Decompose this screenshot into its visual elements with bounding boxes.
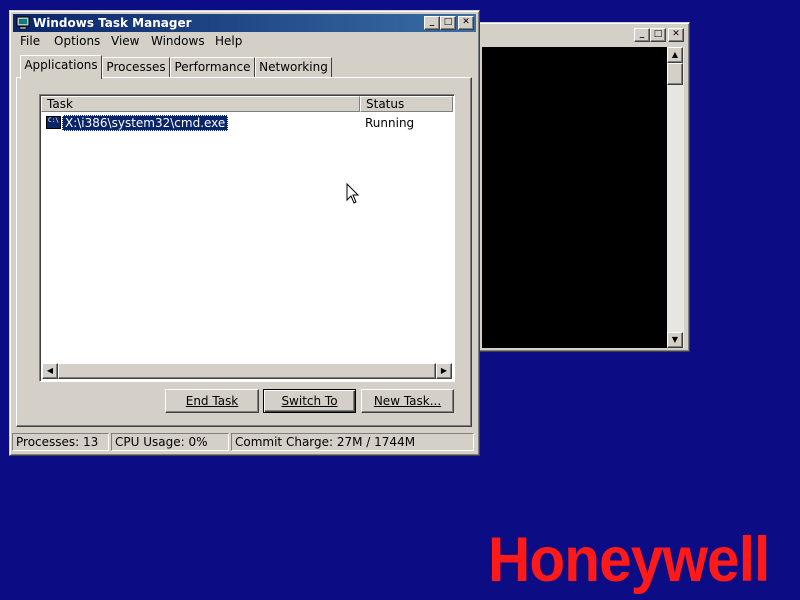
status-commit-charge: Commit Charge: 27M / 1744M: [231, 433, 474, 451]
honeywell-logo: Honeywell: [488, 525, 770, 595]
cmd-window-titlebar[interactable]: _ □ ✕: [480, 26, 686, 44]
scroll-left-icon[interactable]: ◀: [42, 363, 58, 379]
cmd-console-area[interactable]: [482, 47, 667, 348]
minimize-icon[interactable]: _: [634, 28, 650, 42]
minimize-icon[interactable]: _: [424, 16, 440, 30]
table-row[interactable]: C:\ X:\i386\system32\cmd.exe Running: [42, 115, 452, 131]
menu-file[interactable]: File: [20, 32, 40, 50]
scroll-thumb[interactable]: [667, 63, 683, 85]
menu-bar: File Options View Windows Help: [13, 32, 476, 50]
close-icon[interactable]: ✕: [458, 16, 474, 30]
status-cpu-usage: CPU Usage: 0%: [111, 433, 229, 451]
column-header-task[interactable]: Task: [41, 96, 360, 112]
horizontal-scrollbar[interactable]: ◀ ▶: [42, 363, 452, 379]
status-bar: Processes: 13 CPU Usage: 0% Commit Charg…: [12, 433, 474, 451]
menu-windows[interactable]: Windows: [151, 32, 205, 50]
maximize-icon[interactable]: □: [650, 28, 666, 42]
maximize-icon[interactable]: □: [440, 16, 456, 30]
task-name[interactable]: X:\i386\system32\cmd.exe: [62, 115, 229, 131]
task-manager-titlebar[interactable]: Windows Task Manager _ □ ✕: [13, 14, 476, 32]
cmd-icon: C:\: [46, 116, 61, 129]
scroll-right-icon[interactable]: ▶: [436, 363, 452, 379]
tab-processes[interactable]: Processes: [102, 57, 170, 77]
menu-help[interactable]: Help: [215, 32, 242, 50]
scroll-down-icon[interactable]: ▼: [667, 332, 683, 348]
window-title: Windows Task Manager: [33, 16, 192, 30]
switch-to-button[interactable]: Switch To: [263, 389, 356, 413]
scroll-up-icon[interactable]: ▲: [667, 47, 683, 63]
tab-performance[interactable]: Performance: [170, 57, 255, 77]
mouse-pointer-icon: [346, 183, 360, 204]
column-header-status[interactable]: Status: [360, 96, 453, 112]
task-list[interactable]: Task Status C:\ X:\i386\system32\cmd.exe…: [39, 94, 455, 382]
tab-applications[interactable]: Applications: [20, 55, 102, 79]
menu-view[interactable]: View: [111, 32, 139, 50]
cmd-window[interactable]: _ □ ✕ ▲ ▼: [476, 22, 690, 352]
tab-networking[interactable]: Networking: [255, 57, 332, 77]
end-task-button[interactable]: End Task: [165, 389, 259, 413]
status-processes: Processes: 13: [12, 433, 109, 451]
task-status: Running: [365, 116, 415, 130]
new-task-button[interactable]: New Task...: [361, 389, 454, 413]
scroll-thumb[interactable]: [58, 363, 436, 379]
task-manager-icon: [16, 16, 30, 30]
menu-options[interactable]: Options: [54, 32, 100, 50]
cmd-vertical-scrollbar[interactable]: ▲ ▼: [667, 47, 684, 348]
close-icon[interactable]: ✕: [668, 28, 684, 42]
